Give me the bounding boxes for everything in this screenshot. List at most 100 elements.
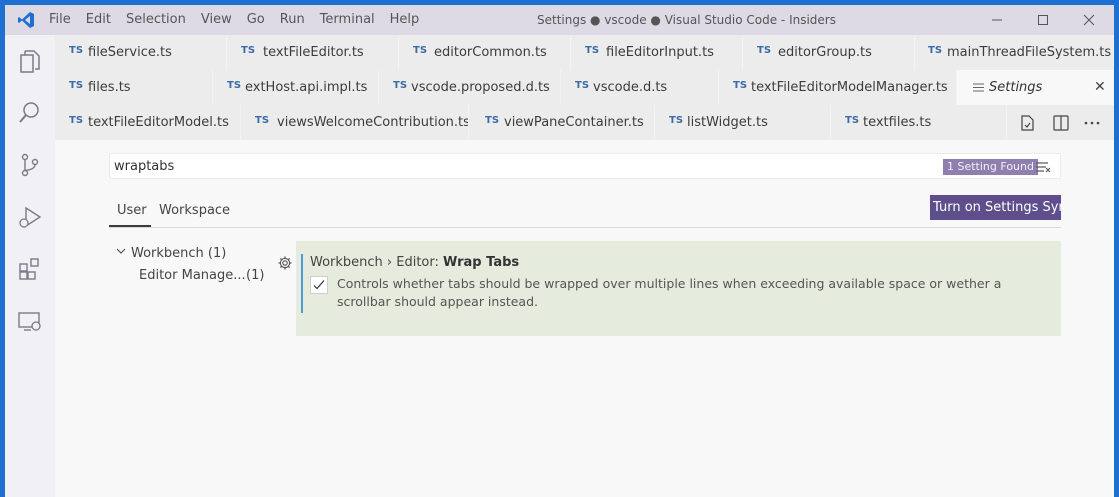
menu-view[interactable]: View <box>201 5 232 35</box>
typescript-icon: TS <box>413 45 428 56</box>
typescript-icon: TS <box>255 115 270 126</box>
settings-scope-tabs: User Workspace <box>109 196 1061 228</box>
tab-listwidget[interactable]: TS listWidget.ts <box>655 105 831 140</box>
menu-run[interactable]: Run <box>280 5 305 35</box>
run-debug-icon[interactable] <box>16 203 44 231</box>
close-tab-icon[interactable]: ✕ <box>1094 79 1106 95</box>
typescript-icon: TS <box>69 115 84 126</box>
editor-actions <box>1007 105 1114 140</box>
menu-edit[interactable]: Edit <box>86 5 111 35</box>
active-tab-underline <box>109 225 151 227</box>
toc-editor-management[interactable]: Editor Manage... <box>139 268 246 283</box>
menu-bar: File Edit Selection View Go Run Terminal… <box>49 5 434 35</box>
user-scope-tab[interactable]: User <box>117 203 147 218</box>
result-count-badge: 1 Setting Found <box>943 159 1038 175</box>
toc-editor-management-count: (1) <box>246 268 265 283</box>
turn-on-settings-sync-button[interactable]: Turn on Settings Sync <box>930 195 1061 220</box>
clear-filter-icon[interactable] <box>1034 158 1052 176</box>
tab-label: editorCommon.ts <box>434 45 547 60</box>
tab-textfileeditormodelmanager[interactable]: TS textFileEditorModelManager.ts <box>719 70 957 105</box>
tab-textfileeditormodel[interactable]: TS textFileEditorModel.ts <box>55 105 241 140</box>
split-editor-icon[interactable] <box>1051 113 1071 133</box>
wrap-tabs-checkbox[interactable] <box>310 276 328 294</box>
tab-label: files.ts <box>88 80 131 95</box>
typescript-icon: TS <box>69 80 84 91</box>
vscode-logo-icon <box>18 12 34 28</box>
typescript-icon: TS <box>733 80 748 91</box>
chevron-down-icon[interactable] <box>115 245 127 257</box>
close-window-button[interactable] <box>1066 5 1112 35</box>
setting-category: Workbench › Editor: <box>310 255 444 270</box>
tab-label: listWidget.ts <box>687 115 768 130</box>
workspace-scope-tab[interactable]: Workspace <box>159 203 230 218</box>
tab-textfiles[interactable]: TS textfiles.ts <box>831 105 1007 140</box>
tab-viewswelcomecontribution[interactable]: TS viewsWelcomeContribution.ts <box>241 105 469 140</box>
tab-label: textFileEditorModel.ts <box>88 115 229 130</box>
title-bar: File Edit Selection View Go Run Terminal… <box>5 5 1114 35</box>
extensions-icon[interactable] <box>16 255 44 283</box>
tab-editorgroup[interactable]: TS editorGroup.ts <box>743 35 915 70</box>
tab-editorcommon[interactable]: TS editorCommon.ts <box>399 35 571 70</box>
tab-label: editorGroup.ts <box>778 45 872 60</box>
typescript-icon: TS <box>845 115 860 126</box>
tab-label: viewPaneContainer.ts <box>504 115 644 130</box>
tab-label: vscode.d.ts <box>593 80 668 95</box>
setting-item-wrap-tabs: Workbench › Editor: Wrap Tabs Controls w… <box>296 241 1061 336</box>
typescript-icon: TS <box>757 45 772 56</box>
menu-help[interactable]: Help <box>390 5 420 35</box>
tab-label: Settings <box>989 80 1043 95</box>
vscode-window: File Edit Selection View Go Run Terminal… <box>5 5 1114 497</box>
minimize-icon <box>992 19 1002 21</box>
menu-terminal[interactable]: Terminal <box>320 5 375 35</box>
tab-label: textFileEditor.ts <box>263 45 364 60</box>
more-actions-icon[interactable] <box>1082 113 1102 133</box>
editor-tab-bar: TS fileService.ts TS textFileEditor.ts T… <box>55 35 1114 140</box>
tab-label: mainThreadFileSystem.ts <box>947 45 1112 60</box>
toc-workbench[interactable]: Workbench (1) <box>131 246 226 261</box>
settings-file-icon <box>973 83 984 92</box>
search-icon[interactable] <box>16 99 44 127</box>
gear-icon[interactable] <box>277 255 293 271</box>
typescript-icon: TS <box>485 115 500 126</box>
tab-textfileeditor[interactable]: TS textFileEditor.ts <box>227 35 399 70</box>
tab-files[interactable]: TS files.ts <box>55 70 213 105</box>
tab-exthost-api-impl[interactable]: TS extHost.api.impl.ts <box>213 70 379 105</box>
menu-go[interactable]: Go <box>247 5 265 35</box>
tab-mainthreadfilesystem[interactable]: TS mainThreadFileSystem.ts <box>915 35 1114 70</box>
tab-settings[interactable]: Settings ✕ <box>957 70 1114 105</box>
tab-vscode-proposed[interactable]: TS vscode.proposed.d.ts <box>379 70 561 105</box>
source-control-icon[interactable] <box>16 151 44 179</box>
tab-label: viewsWelcomeContribution.ts <box>277 115 469 130</box>
typescript-icon: TS <box>575 80 590 91</box>
maximize-icon <box>1038 15 1048 25</box>
modified-indicator <box>301 254 303 313</box>
search-query: wraptabs <box>114 159 175 174</box>
checkmark-icon <box>313 280 325 290</box>
tab-label: fileEditorInput.ts <box>606 45 714 60</box>
setting-name: Wrap Tabs <box>443 255 520 270</box>
typescript-icon: TS <box>585 45 600 56</box>
typescript-icon: TS <box>69 45 84 56</box>
tab-viewpanecontainer[interactable]: TS viewPaneContainer.ts <box>469 105 655 140</box>
typescript-icon: TS <box>669 115 684 126</box>
typescript-icon: TS <box>241 45 256 56</box>
tab-label: textFileEditorModelManager.ts <box>751 80 948 95</box>
typescript-icon: TS <box>928 45 943 56</box>
activity-bar <box>5 35 55 497</box>
settings-editor: wraptabs 1 Setting Found User Workspace … <box>55 140 1114 497</box>
open-settings-json-icon[interactable] <box>1017 113 1037 133</box>
tab-fileeditorinput[interactable]: TS fileEditorInput.ts <box>571 35 743 70</box>
tab-vscode-d[interactable]: TS vscode.d.ts <box>561 70 719 105</box>
tab-fileservice[interactable]: TS fileService.ts <box>55 35 227 70</box>
minimize-button[interactable] <box>974 5 1020 35</box>
tab-label: fileService.ts <box>88 45 172 60</box>
settings-search-input[interactable]: wraptabs 1 Setting Found <box>109 153 1061 179</box>
explorer-icon[interactable] <box>16 47 44 75</box>
maximize-button[interactable] <box>1020 5 1066 35</box>
menu-file[interactable]: File <box>49 5 71 35</box>
menu-selection[interactable]: Selection <box>126 5 186 35</box>
remote-explorer-icon[interactable] <box>16 307 44 335</box>
setting-title: Workbench › Editor: Wrap Tabs <box>310 255 519 270</box>
tab-label: vscode.proposed.d.ts <box>411 80 550 95</box>
window-title: Settings ● vscode ● Visual Studio Code -… <box>537 13 836 27</box>
